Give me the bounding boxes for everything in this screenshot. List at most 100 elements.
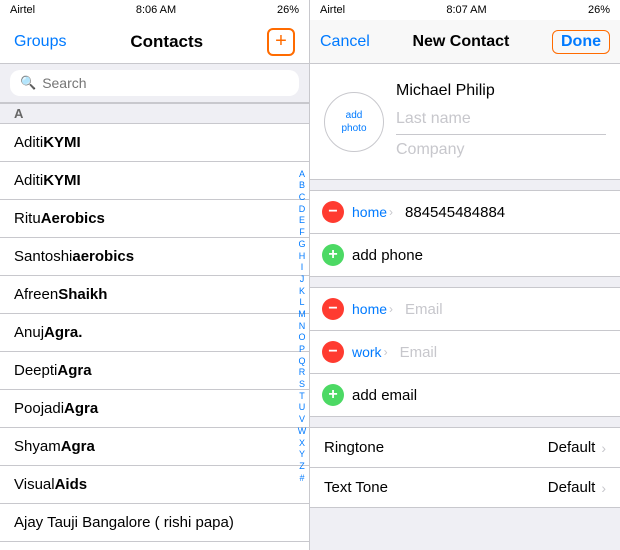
settings-section: Ringtone Default › Text Tone Default › bbox=[310, 427, 620, 508]
alpha-d[interactable]: D bbox=[299, 204, 306, 216]
done-button[interactable]: Done bbox=[552, 30, 610, 54]
alpha-l[interactable]: L bbox=[299, 297, 304, 309]
contacts-list: A Aditi KYMI Aditi KYMI Ritu Aerobics Sa… bbox=[0, 103, 309, 550]
search-bar: 🔍 bbox=[0, 64, 309, 103]
text-tone-value-wrap: Default › bbox=[548, 479, 606, 496]
email-row-work: work › Email bbox=[310, 331, 620, 374]
right-nav: Cancel New Contact Done bbox=[310, 20, 620, 64]
phone-value[interactable]: 884545484884 bbox=[405, 204, 505, 221]
list-item[interactable]: Anuj Agra. bbox=[0, 314, 309, 352]
left-time: 8:06 AM bbox=[136, 4, 176, 16]
phone-type-label[interactable]: home › bbox=[352, 204, 393, 220]
right-time: 8:07 AM bbox=[446, 4, 486, 16]
alpha-v[interactable]: V bbox=[299, 414, 305, 426]
home-email-type-label[interactable]: home › bbox=[352, 301, 393, 317]
alpha-n[interactable]: N bbox=[299, 321, 306, 333]
alpha-o[interactable]: O bbox=[298, 332, 305, 344]
alpha-k[interactable]: K bbox=[299, 286, 305, 298]
alpha-m[interactable]: M bbox=[298, 309, 306, 321]
add-email-button[interactable] bbox=[322, 384, 344, 406]
list-item[interactable]: Shyam Agra bbox=[0, 428, 309, 466]
phone-section: home › 884545484884 add phone bbox=[310, 190, 620, 277]
list-item[interactable]: Santoshi aerobics bbox=[0, 238, 309, 276]
add-phone-label[interactable]: add phone bbox=[352, 247, 423, 264]
list-item[interactable]: Visual Aids bbox=[0, 466, 309, 504]
remove-home-email-button[interactable] bbox=[322, 298, 344, 320]
home-email-placeholder[interactable]: Email bbox=[405, 301, 443, 318]
list-item[interactable]: Aditi KYMI bbox=[0, 124, 309, 162]
right-battery: 26% bbox=[588, 4, 610, 16]
alpha-r[interactable]: R bbox=[299, 367, 306, 379]
list-item[interactable]: Poojadi Agra bbox=[0, 390, 309, 428]
photo-name-section: addphoto Michael Philip bbox=[310, 64, 620, 180]
list-item[interactable]: Deepti Agra bbox=[0, 352, 309, 390]
add-phone-button[interactable] bbox=[322, 244, 344, 266]
section-header-a: A bbox=[0, 103, 309, 124]
name-fields: Michael Philip bbox=[396, 78, 606, 165]
alpha-e[interactable]: E bbox=[299, 215, 305, 227]
add-email-label[interactable]: add email bbox=[352, 387, 417, 404]
list-item[interactable]: Aditi KYMI bbox=[0, 162, 309, 200]
text-tone-row[interactable]: Text Tone Default › bbox=[310, 468, 620, 507]
email-row-home: home › Email bbox=[310, 288, 620, 331]
alpha-f[interactable]: F bbox=[299, 227, 305, 239]
new-contact-body: addphoto Michael Philip home › 884545484… bbox=[310, 64, 620, 550]
alpha-index[interactable]: A B C D E F G H I J K L M N O P Q R S T … bbox=[295, 103, 309, 550]
company-field[interactable] bbox=[396, 135, 606, 165]
ringtone-chevron-icon: › bbox=[601, 440, 606, 456]
add-photo-button[interactable]: addphoto bbox=[324, 92, 384, 152]
alpha-b[interactable]: B bbox=[299, 180, 305, 192]
list-item[interactable]: Ritu Aerobics bbox=[0, 200, 309, 238]
alpha-p[interactable]: P bbox=[299, 344, 305, 356]
work-email-type-label[interactable]: work › bbox=[352, 344, 388, 360]
alpha-z[interactable]: Z bbox=[299, 461, 305, 473]
alpha-hash[interactable]: # bbox=[299, 473, 304, 485]
alpha-h[interactable]: H bbox=[299, 251, 306, 263]
alpha-j[interactable]: J bbox=[300, 274, 305, 286]
ringtone-value-wrap: Default › bbox=[548, 439, 606, 456]
right-panel: Airtel 8:07 AM 26% Cancel New Contact Do… bbox=[310, 0, 620, 550]
left-battery: 26% bbox=[277, 4, 299, 16]
phone-row-home: home › 884545484884 bbox=[310, 191, 620, 234]
add-email-row[interactable]: add email bbox=[310, 374, 620, 416]
add-contact-button[interactable]: + bbox=[267, 28, 295, 56]
alpha-y[interactable]: Y bbox=[299, 449, 305, 461]
search-input[interactable] bbox=[42, 75, 289, 91]
remove-phone-button[interactable] bbox=[322, 201, 344, 223]
ringtone-row[interactable]: Ringtone Default › bbox=[310, 428, 620, 468]
last-name-field[interactable] bbox=[396, 104, 606, 135]
alpha-x[interactable]: X bbox=[299, 438, 305, 450]
list-item[interactable]: Ajay Tauji Bangalore ( rishi papa) bbox=[0, 504, 309, 542]
text-tone-chevron-icon: › bbox=[601, 480, 606, 496]
alpha-i[interactable]: I bbox=[301, 262, 304, 274]
alpha-s[interactable]: S bbox=[299, 379, 305, 391]
right-status-bar: Airtel 8:07 AM 26% bbox=[310, 0, 620, 20]
left-status-bar: Airtel 8:06 AM 26% bbox=[0, 0, 309, 20]
groups-button[interactable]: Groups bbox=[14, 33, 66, 51]
list-item[interactable]: Akarsh Nagpal bbox=[0, 542, 309, 550]
left-panel: Airtel 8:06 AM 26% Groups Contacts + 🔍 A… bbox=[0, 0, 310, 550]
alpha-g[interactable]: G bbox=[298, 239, 305, 251]
add-phone-row[interactable]: add phone bbox=[310, 234, 620, 276]
first-name-value[interactable]: Michael Philip bbox=[396, 78, 606, 104]
text-tone-label: Text Tone bbox=[324, 479, 388, 496]
ringtone-value: Default bbox=[548, 439, 596, 456]
ringtone-label: Ringtone bbox=[324, 439, 384, 456]
left-nav: Groups Contacts + bbox=[0, 20, 309, 64]
alpha-u[interactable]: U bbox=[299, 402, 306, 414]
alpha-c[interactable]: C bbox=[299, 192, 306, 204]
text-tone-value: Default bbox=[548, 479, 596, 496]
contacts-title: Contacts bbox=[130, 32, 203, 52]
new-contact-title: New Contact bbox=[412, 33, 509, 51]
list-item[interactable]: Afreen Shaikh bbox=[0, 276, 309, 314]
work-email-placeholder[interactable]: Email bbox=[400, 344, 438, 361]
right-carrier: Airtel bbox=[320, 4, 345, 16]
remove-work-email-button[interactable] bbox=[322, 341, 344, 363]
cancel-button[interactable]: Cancel bbox=[320, 33, 370, 51]
search-container: 🔍 bbox=[10, 70, 299, 96]
alpha-w[interactable]: W bbox=[298, 426, 307, 438]
alpha-a[interactable]: A bbox=[299, 169, 305, 181]
left-carrier: Airtel bbox=[10, 4, 35, 16]
alpha-t[interactable]: T bbox=[299, 391, 305, 403]
alpha-q[interactable]: Q bbox=[298, 356, 305, 368]
